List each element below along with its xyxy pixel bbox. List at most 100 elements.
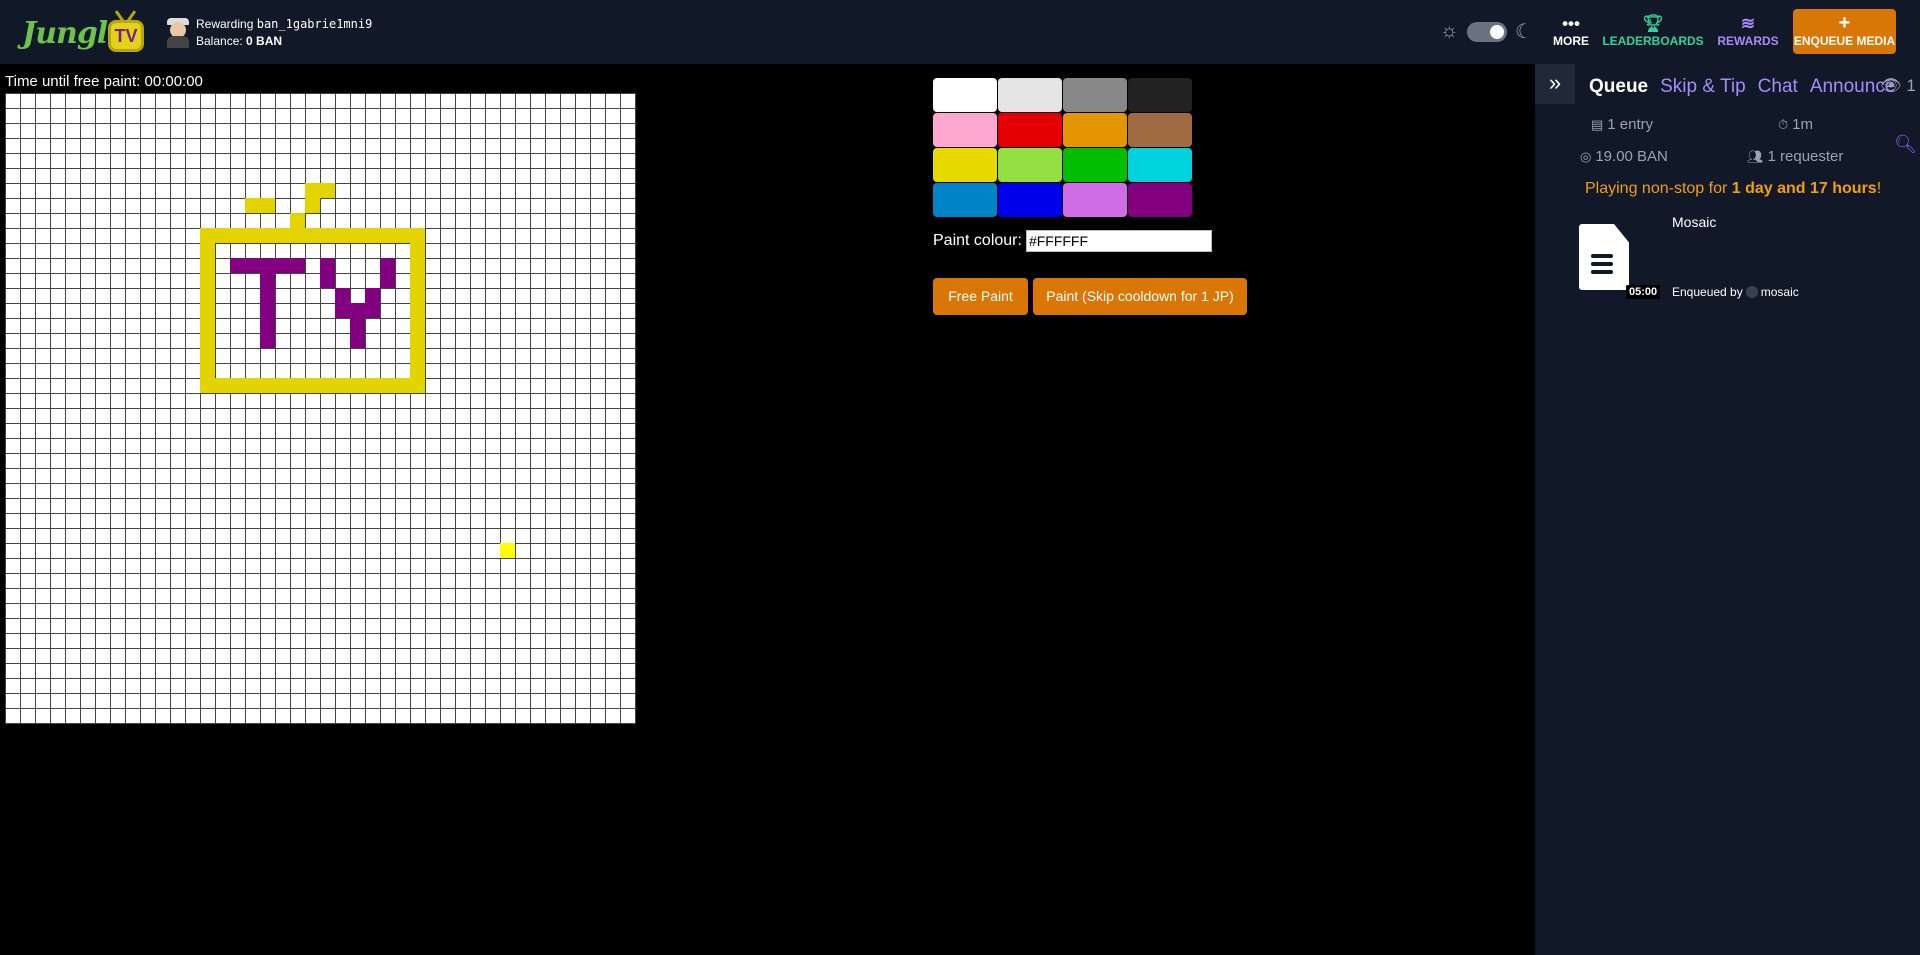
viewer-count: 👁︎ 1 (1880, 76, 1916, 96)
painted-pixel (305, 198, 320, 213)
color-swatch[interactable] (1063, 183, 1127, 217)
tab-queue[interactable]: Queue (1589, 76, 1648, 98)
color-swatch[interactable] (1128, 148, 1192, 182)
enqueued-label: Enqueued by (1672, 285, 1743, 299)
document-icon (1579, 224, 1631, 290)
coins-icon: ◎ (1580, 149, 1592, 164)
enqueue-media-button[interactable]: + ENQUEUE MEDIA (1793, 9, 1896, 54)
entry-duration-badge: 05:00 (1626, 285, 1661, 299)
painted-pixel (335, 288, 350, 318)
plus-icon: + (1838, 12, 1851, 34)
leaderboards-label: LEADERBOARDS (1602, 34, 1704, 48)
painted-pixel (500, 543, 515, 558)
playing-suffix: ! (1876, 180, 1882, 197)
paint-colour-row: Paint colour: (933, 230, 1212, 252)
free-paint-timer: Time until free paint: 00:00:00 (5, 73, 203, 90)
dark-mode-toggle[interactable] (1467, 22, 1507, 42)
paint-canvas[interactable] (5, 93, 636, 724)
painted-pixel (200, 243, 215, 378)
viewer-count-value: 1 (1906, 76, 1916, 95)
document-line (1591, 254, 1613, 258)
painted-pixel (380, 258, 395, 288)
paint-colour-label: Paint colour: (933, 232, 1022, 249)
reward-prefix: Rewarding (196, 17, 254, 31)
trophy-icon: 🏆︎ (1642, 14, 1664, 33)
color-swatch[interactable] (998, 148, 1062, 182)
color-swatch[interactable] (1063, 78, 1127, 112)
color-swatch[interactable] (1128, 78, 1192, 112)
tab-chat[interactable]: Chat (1758, 76, 1798, 98)
color-swatch[interactable] (1063, 148, 1127, 182)
color-swatch[interactable] (933, 78, 997, 112)
queue-entries-stat: ▤ 1 entry (1591, 116, 1653, 133)
toggle-knob (1490, 25, 1504, 39)
painted-pixel (365, 288, 380, 318)
users-icon: 👥︎ (1747, 149, 1764, 164)
avatar[interactable] (164, 16, 192, 48)
collapse-sidebar-button[interactable]: » (1535, 64, 1575, 104)
search-icon[interactable]: 🔍︎ (1894, 134, 1917, 155)
entry-enqueued-by: Enqueued by mosaic (1672, 285, 1799, 299)
ban-value: 19.00 BAN (1595, 148, 1668, 165)
tab-skip-tip[interactable]: Skip & Tip (1660, 76, 1746, 98)
sidebar: » Queue Skip & Tip Chat Announce 👁︎ 1 ▤ 1… (1535, 64, 1920, 955)
document-line (1591, 262, 1613, 266)
entry-title: Mosaic (1672, 214, 1717, 230)
sun-icon: ☼ (1440, 20, 1459, 42)
reward-info: Rewarding ban_1gabrie1mni9 Balance: 0 BA… (196, 16, 372, 50)
more-label: MORE (1553, 34, 1589, 48)
requesters-value: 1 requester (1767, 148, 1844, 165)
color-palette (933, 78, 1192, 217)
top-bar: Jungle TV Rewarding ban_1gabrie1mni9 Bal… (0, 0, 1920, 64)
color-swatch[interactable] (1128, 183, 1192, 217)
playing-duration: 1 day and 17 hours (1731, 180, 1877, 197)
jungletv-logo[interactable]: Jungle TV (22, 8, 146, 56)
queue-requesters-stat: 👥︎ 1 requester (1747, 148, 1843, 165)
coins-icon: ≋ (1740, 14, 1756, 33)
paint-colour-input[interactable] (1025, 230, 1212, 252)
color-swatch[interactable] (998, 183, 1062, 217)
color-swatch[interactable] (1128, 113, 1192, 147)
stack-icon: ▤ (1591, 117, 1604, 132)
document-line (1591, 270, 1613, 274)
painted-pixel (410, 243, 425, 378)
balance-label: Balance: (196, 34, 243, 48)
painted-pixel (350, 303, 365, 348)
rewards-label: REWARDS (1717, 34, 1779, 48)
playing-prefix: Playing non-stop for (1585, 180, 1732, 197)
user-avatar (1745, 286, 1758, 298)
painted-pixel (200, 378, 425, 393)
reward-address[interactable]: ban_1gabrie1mni9 (257, 17, 373, 31)
painted-pixel (230, 258, 305, 273)
color-swatch[interactable] (933, 148, 997, 182)
logo-tv-badge: TV (108, 20, 144, 52)
painted-pixel (245, 198, 275, 213)
stopwatch-icon: ⏱︎ (1778, 117, 1789, 132)
enqueue-label: ENQUEUE MEDIA (1793, 34, 1896, 48)
color-swatch[interactable] (933, 113, 997, 147)
color-swatch[interactable] (998, 78, 1062, 112)
balance-value: 0 BAN (246, 34, 283, 48)
queue-duration-stat: ⏱︎ 1m (1778, 116, 1813, 133)
eye-icon: 👁︎ (1880, 76, 1902, 95)
painted-pixel (200, 228, 425, 243)
avatar-body (167, 36, 189, 48)
leaderboards-button[interactable]: 🏆︎ LEADERBOARDS (1600, 14, 1706, 48)
painted-pixel (320, 258, 335, 288)
duration-value: 1m (1792, 116, 1813, 133)
painted-pixel (290, 213, 305, 228)
more-button[interactable]: ••• MORE (1551, 14, 1591, 48)
sidebar-tabs: Queue Skip & Tip Chat Announce (1589, 76, 1907, 98)
color-swatch[interactable] (998, 113, 1062, 147)
entries-value: 1 entry (1607, 116, 1654, 133)
color-swatch[interactable] (1063, 113, 1127, 147)
painted-pixel (260, 273, 275, 348)
enqueued-user[interactable]: mosaic (1761, 285, 1799, 299)
ellipsis-icon: ••• (1562, 14, 1580, 33)
rewards-button[interactable]: ≋ REWARDS (1714, 14, 1782, 48)
free-paint-button[interactable]: Free Paint (933, 278, 1028, 315)
playing-nonstop-text: Playing non-stop for 1 day and 17 hours! (1585, 180, 1881, 198)
skip-cooldown-paint-button[interactable]: Paint (Skip cooldown for 1 JP) (1033, 278, 1247, 315)
color-swatch[interactable] (933, 183, 997, 217)
painted-pixel (305, 183, 335, 198)
